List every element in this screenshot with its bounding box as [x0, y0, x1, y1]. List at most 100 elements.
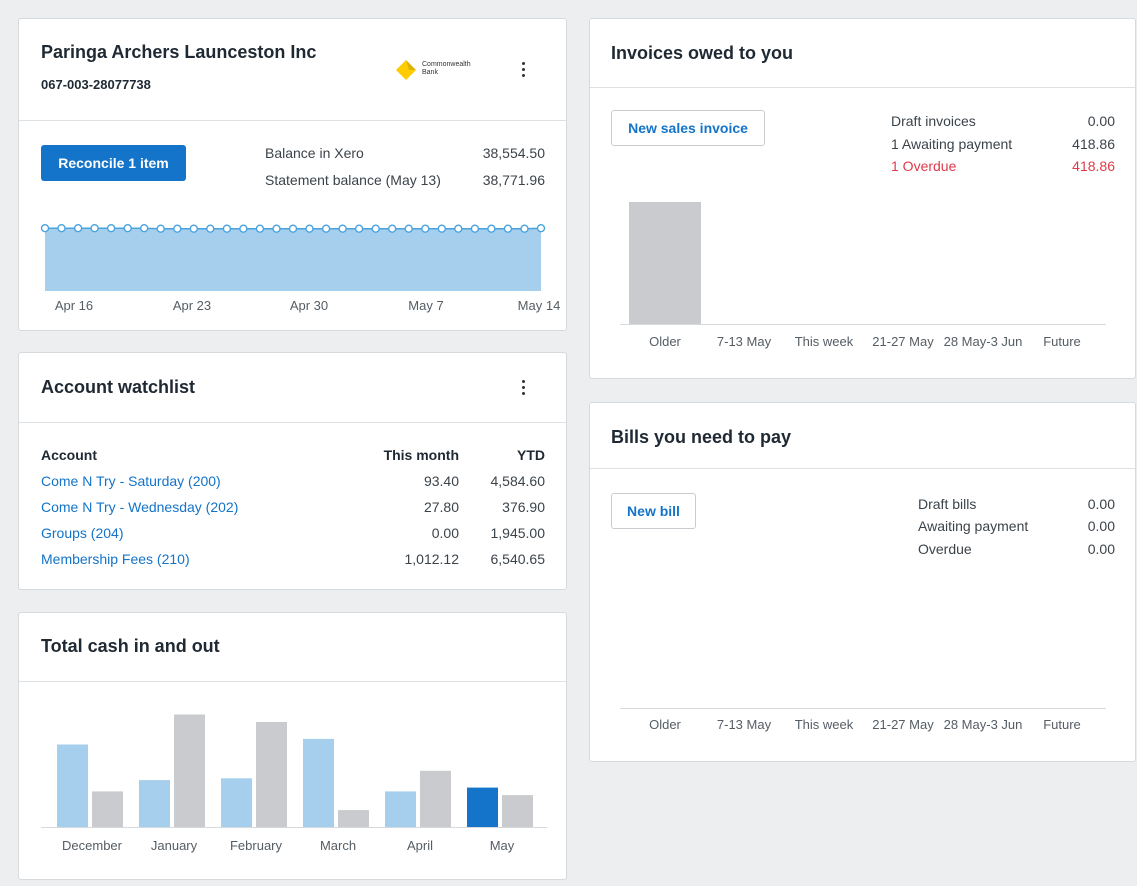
cash-in-out-card: Total cash in and out December January Feb…: [18, 612, 567, 880]
cash-title: Total cash in and out: [41, 636, 220, 656]
balance-point[interactable]: [371, 224, 380, 233]
account-link[interactable]: Come N Try - Saturday (200): [41, 473, 221, 489]
balance-point[interactable]: [156, 224, 165, 233]
cash-in-bar[interactable]: [467, 787, 498, 827]
balance-point[interactable]: [536, 223, 546, 233]
cash-bar-chart: [41, 714, 547, 828]
cash-out-bar[interactable]: [256, 722, 287, 827]
this-month-value: 1,012.12: [404, 551, 460, 567]
awaiting-payment-value: 418.86: [1072, 136, 1115, 152]
balance-point[interactable]: [404, 224, 413, 233]
invoices-card: Invoices owed to you New sales invoice D…: [589, 18, 1136, 379]
balance-point[interactable]: [305, 224, 314, 233]
invoice-bar[interactable]: [629, 202, 701, 324]
ytd-value: 6,540.65: [490, 551, 546, 567]
watchlist-menu-icon[interactable]: [518, 379, 528, 397]
bank-logo: Commonwealth Bank: [395, 59, 485, 81]
cash-out-bar[interactable]: [338, 810, 369, 827]
cash-x-tick-label: March: [319, 838, 357, 853]
cash-x-tick-label: April: [406, 838, 433, 853]
balance-point[interactable]: [288, 224, 298, 233]
balance-point[interactable]: [437, 224, 446, 233]
balance-point[interactable]: [239, 224, 248, 233]
bills-overdue-link[interactable]: Overdue: [918, 541, 972, 557]
draft-invoices-link[interactable]: Draft invoices: [891, 113, 976, 129]
account-watchlist-card: Account watchlist Account This month YTD…: [18, 352, 567, 590]
balance-point[interactable]: [454, 224, 463, 233]
bank-card-menu-icon[interactable]: [518, 61, 528, 79]
balance-point[interactable]: [338, 224, 347, 233]
account-link[interactable]: Come N Try - Wednesday (202): [41, 499, 238, 515]
cash-x-tick-label: February: [229, 838, 283, 853]
bank-account-card: Paringa Archers Launceston Inc 067-003-2…: [18, 18, 567, 331]
cash-in-bar[interactable]: [57, 744, 88, 828]
balance-point[interactable]: [487, 224, 496, 233]
balance-point[interactable]: [388, 224, 397, 233]
cash-x-tick-label: January: [150, 838, 198, 853]
bills-x-tick-label: Future: [1043, 717, 1081, 732]
bills-x-tick-label: Older: [649, 717, 681, 732]
bank-logo-text-2: Bank: [422, 69, 438, 76]
account-link[interactable]: Membership Fees (210): [41, 551, 190, 567]
bills-x-tick-label: 21-27 May: [872, 717, 934, 732]
overdue-value: 418.86: [1072, 158, 1115, 174]
balance-point[interactable]: [139, 223, 149, 233]
draft-bills-link[interactable]: Draft bills: [918, 496, 976, 512]
awaiting-payment-link[interactable]: 1 Awaiting payment: [891, 136, 1012, 152]
cash-in-bar[interactable]: [385, 791, 416, 827]
balance-point[interactable]: [503, 224, 513, 233]
watchlist-title: Account watchlist: [41, 377, 196, 397]
draft-invoices-value: 0.00: [1087, 113, 1115, 129]
ytd-value: 1,945.00: [490, 525, 546, 541]
draft-bills-value: 0.00: [1087, 496, 1115, 512]
balance-point[interactable]: [272, 224, 281, 233]
account-link[interactable]: Groups (204): [41, 525, 123, 541]
org-name[interactable]: Paringa Archers Launceston Inc: [41, 42, 316, 63]
balance-point[interactable]: [173, 224, 182, 233]
invoices-x-tick-label: Older: [649, 334, 681, 349]
cash-out-bar[interactable]: [92, 791, 123, 827]
balance-point[interactable]: [321, 224, 331, 233]
balance-point[interactable]: [354, 224, 364, 233]
balance-point[interactable]: [57, 223, 66, 233]
balance-area: [45, 228, 541, 291]
reconcile-button[interactable]: Reconcile 1 item: [41, 145, 186, 181]
cash-out-bar[interactable]: [502, 795, 533, 827]
balance-point[interactable]: [106, 223, 116, 233]
invoices-x-tick-label: Future: [1043, 334, 1081, 349]
balance-x-tick-label: May 14: [517, 298, 561, 313]
col-header-this-month: This month: [383, 447, 459, 463]
invoices-title[interactable]: Invoices owed to you: [611, 43, 793, 64]
balance-xero-value: 38,554.50: [482, 145, 545, 161]
new-sales-invoice-button[interactable]: New sales invoice: [611, 110, 765, 146]
balance-point[interactable]: [421, 224, 430, 233]
bills-bar-chart: [620, 708, 1106, 709]
bills-x-tick-label: This week: [794, 717, 854, 732]
balance-point[interactable]: [470, 224, 480, 233]
bills-x-tick-label: 7-13 May: [716, 717, 772, 732]
cash-in-bar[interactable]: [139, 780, 170, 827]
balance-point[interactable]: [40, 223, 50, 233]
col-header-ytd: YTD: [517, 447, 545, 463]
balance-point[interactable]: [206, 224, 215, 233]
statement-balance-value: 38,771.96: [482, 172, 545, 188]
balance-point[interactable]: [222, 224, 232, 233]
balance-point[interactable]: [255, 224, 265, 233]
cash-x-tick-label: May: [489, 838, 515, 853]
invoices-x-tick-label: This week: [794, 334, 854, 349]
cash-in-bar[interactable]: [221, 778, 252, 828]
bills-awaiting-link[interactable]: Awaiting payment: [918, 518, 1028, 534]
balance-point[interactable]: [90, 223, 99, 233]
balance-point[interactable]: [123, 223, 132, 233]
balance-point[interactable]: [73, 223, 83, 233]
bank-logo-text-1: Commonwealth: [422, 61, 471, 68]
cash-out-bar[interactable]: [420, 770, 451, 828]
cash-in-bar[interactable]: [303, 738, 334, 827]
balance-x-tick-label: Apr 30: [289, 298, 329, 313]
balance-point[interactable]: [189, 224, 199, 233]
overdue-link[interactable]: 1 Overdue: [891, 158, 956, 174]
cash-out-bar[interactable]: [174, 714, 205, 828]
bills-title[interactable]: Bills you need to pay: [611, 427, 791, 448]
balance-point[interactable]: [520, 224, 529, 233]
new-bill-button[interactable]: New bill: [611, 493, 696, 529]
